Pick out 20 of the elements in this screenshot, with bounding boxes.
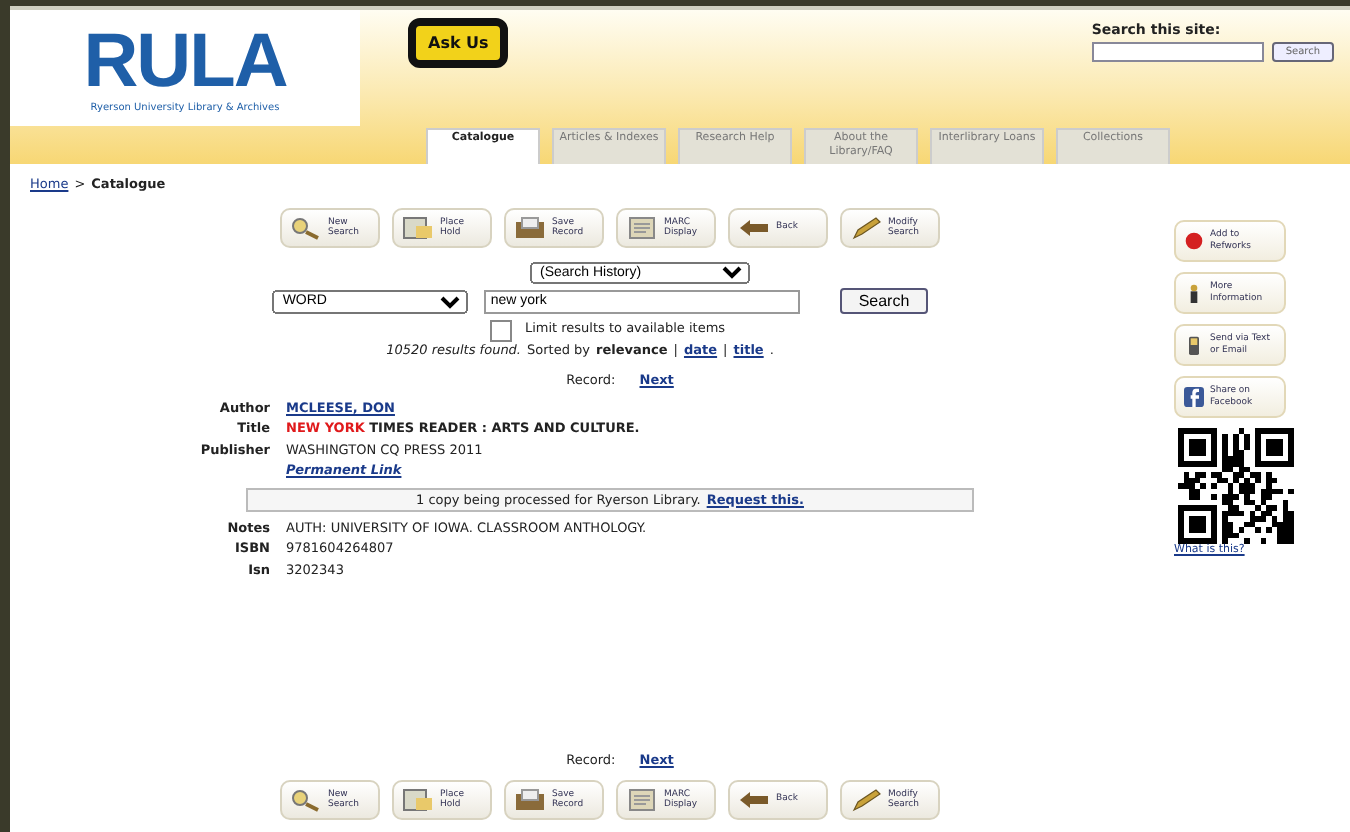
search-icon bbox=[290, 216, 322, 240]
ask-us-button[interactable]: Ask Us bbox=[408, 18, 509, 68]
modify-icon bbox=[850, 788, 882, 812]
phone-icon bbox=[1184, 334, 1204, 356]
back-icon bbox=[738, 788, 770, 812]
save-icon bbox=[514, 216, 546, 240]
marc-icon bbox=[626, 788, 658, 812]
hold-icon bbox=[402, 216, 434, 240]
logo[interactable]: RULA bbox=[83, 22, 287, 102]
search-icon bbox=[290, 788, 322, 812]
back-icon bbox=[738, 216, 770, 240]
hold-icon bbox=[402, 788, 434, 812]
save-icon bbox=[514, 788, 546, 812]
limit-checkbox[interactable] bbox=[490, 320, 513, 342]
site-search-field[interactable] bbox=[1091, 42, 1264, 62]
search-button[interactable]: Search bbox=[840, 288, 928, 314]
facebook-icon bbox=[1184, 386, 1204, 408]
circle-icon bbox=[1184, 230, 1204, 252]
marc-icon bbox=[626, 216, 658, 240]
modify-icon bbox=[850, 216, 882, 240]
